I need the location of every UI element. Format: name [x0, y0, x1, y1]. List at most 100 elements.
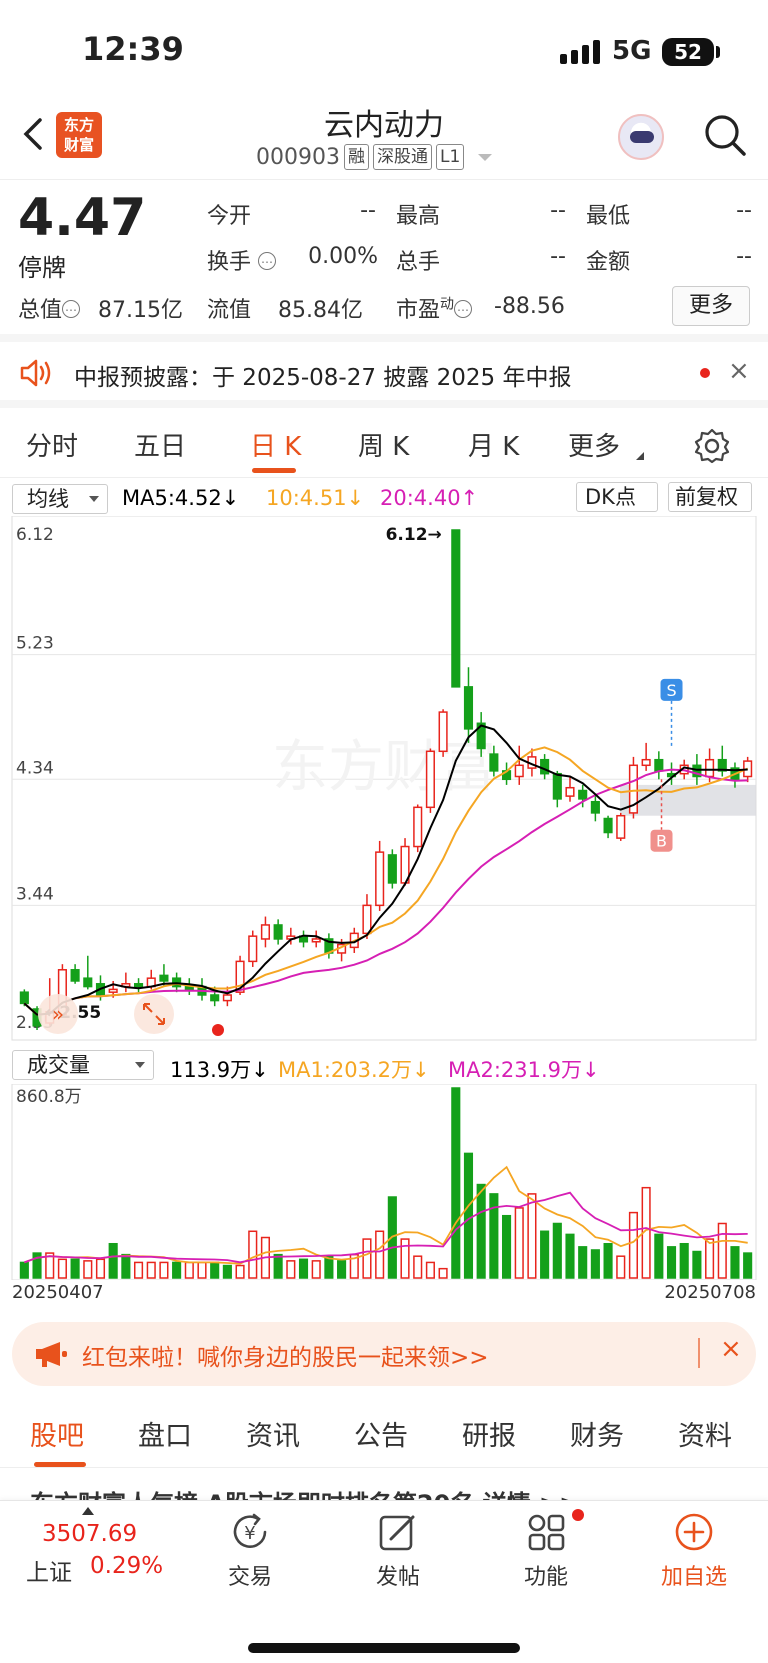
tab-announcements[interactable]: 公告: [354, 1414, 408, 1453]
volume-bar: [248, 1230, 258, 1279]
nav-functions[interactable]: 功能: [496, 1509, 596, 1591]
tab-forum[interactable]: 股吧: [30, 1414, 84, 1453]
stock-code-line[interactable]: 000903 融 深股通 L1: [256, 144, 493, 170]
candle-body: [387, 854, 397, 884]
volume-bar: [413, 1255, 423, 1279]
end-date: 20250708: [664, 1282, 756, 1303]
candle-body: [413, 806, 423, 848]
post-icon: [379, 1515, 415, 1551]
tab-research[interactable]: 研报: [462, 1414, 516, 1453]
volume-bar: [400, 1238, 410, 1279]
notice-text: 中报预披露：于 2025-08-27 披露 2025 年中报: [74, 365, 572, 391]
active-tab-indicator: [252, 468, 296, 473]
trading-status: 停牌: [18, 254, 66, 282]
volume-bar: [628, 1211, 639, 1279]
total-cap-label: 总值…: [18, 292, 81, 324]
tab-more[interactable]: 更多: [568, 426, 620, 463]
speaker-icon: [20, 359, 51, 387]
gear-icon[interactable]: [694, 428, 730, 464]
index-name[interactable]: 上证: [26, 1553, 72, 1587]
pe-label: 市盈动…: [396, 292, 473, 324]
section-tabs: 股吧 盘口 资讯 公告 研报 财务 资料: [0, 1400, 768, 1468]
volume-bar: [19, 1261, 29, 1279]
turnover-value: 0.00%: [308, 244, 378, 269]
index-change[interactable]: 0.29%: [90, 1553, 163, 1579]
volume-bar: [501, 1214, 512, 1279]
volume-bar: [616, 1255, 626, 1279]
tab-monthly-k[interactable]: 月 K: [468, 426, 519, 463]
candle-body: [260, 924, 271, 940]
volume-bar: [273, 1253, 283, 1279]
volume-bar: [172, 1261, 182, 1279]
nav-trade[interactable]: ¥ 交易: [200, 1509, 300, 1591]
ma20-value: 20:4.40↑: [380, 486, 479, 510]
volume-bar: [527, 1193, 537, 1279]
tab-intraday[interactable]: 分时: [26, 426, 78, 463]
function-icon: [528, 1514, 565, 1551]
quote-panel: 4.47 停牌 今开 -- 最高 -- 最低 -- 换手 … 0.00% 总手 …: [0, 182, 768, 342]
ma10-value: 10:4.51↓: [266, 486, 365, 510]
search-icon[interactable]: [702, 112, 748, 158]
tab-daily-k[interactable]: 日 K: [250, 426, 301, 463]
tab-five-day[interactable]: 五日: [134, 426, 186, 463]
back-arrow-icon[interactable]: [18, 112, 48, 156]
double-chevron-icon: »: [52, 1002, 64, 1026]
popularity-rank-peek[interactable]: 东方财富人气榜 A股市场即时排名第20名 详情 >>: [30, 1484, 750, 1500]
tab-financials[interactable]: 财务: [570, 1414, 624, 1453]
trade-icon: ¥: [233, 1513, 267, 1548]
watermark: 东方财富: [272, 735, 496, 800]
tab-profile[interactable]: 资料: [678, 1414, 732, 1453]
candlestick: [438, 709, 448, 757]
volume-ma1: MA1:203.2万↓: [278, 1058, 430, 1082]
volume-bar: [70, 1258, 80, 1279]
volume-bar: [121, 1253, 131, 1279]
tab-news[interactable]: 资讯: [246, 1414, 300, 1453]
price-adjust-select[interactable]: 前复权: [668, 482, 752, 512]
volume-bar: [83, 1260, 93, 1279]
tab-weekly-k[interactable]: 周 K: [358, 426, 409, 463]
stock-header: 云内动力 东方 财富 000903 融 深股通 L1: [0, 100, 768, 180]
high-label: 最高: [396, 204, 441, 229]
pe-value: -88.56: [494, 294, 565, 319]
status-bar: 12:39 5G 52: [0, 0, 768, 100]
volume-chart[interactable]: 860.8万: [0, 1084, 768, 1280]
indicator-select[interactable]: 均线: [12, 484, 108, 514]
index-value[interactable]: 3507.69: [42, 1521, 137, 1547]
eastmoney-logo: 东方 财富: [56, 112, 102, 158]
candle-body: [438, 711, 448, 753]
low-label: 最低: [586, 204, 631, 229]
volume-bar: [603, 1242, 613, 1279]
candle-body: [222, 994, 232, 1002]
candle-body: [362, 904, 372, 935]
unread-dot: [700, 368, 710, 378]
volume-max-label: 860.8万: [16, 1087, 82, 1107]
candle-body: [159, 974, 169, 982]
candle-body: [83, 977, 93, 988]
red-packet-banner[interactable]: 红包来啦！喊你身边的股民一起来领>> ×: [12, 1322, 756, 1386]
float-cap-value: 85.84亿: [278, 298, 363, 323]
tab-order-book[interactable]: 盘口: [138, 1414, 192, 1453]
nav-post[interactable]: 发帖: [348, 1509, 448, 1591]
dk-point-select[interactable]: DK点: [576, 482, 658, 512]
more-button[interactable]: 更多: [672, 286, 750, 326]
assistant-robot-icon[interactable]: [618, 114, 664, 160]
volume-bar: [438, 1267, 448, 1279]
open-label: 今开: [207, 204, 252, 229]
volume-select[interactable]: 成交量: [12, 1050, 154, 1080]
volume-bar: [679, 1242, 689, 1279]
volume-indicator-row: 成交量 113.9万↓ MA1:203.2万↓ MA2:231.9万↓: [0, 1048, 768, 1084]
network-label: 5G: [612, 36, 652, 66]
notification-dot: [572, 1509, 584, 1521]
volume-bar: [552, 1222, 562, 1279]
kline-chart[interactable]: 6.125.234.343.442.55东方财富6.12→←2.55SB»: [0, 516, 768, 1046]
nav-add-watchlist[interactable]: 加自选: [644, 1509, 744, 1591]
report-notice[interactable]: 中报预披露：于 2025-08-27 披露 2025 年中报 ×: [0, 342, 768, 408]
chevron-down-icon: [89, 496, 99, 502]
volume-bar: [514, 1207, 524, 1279]
candle-body: [108, 988, 118, 993]
close-icon[interactable]: ×: [728, 356, 750, 386]
promo-text: 红包来啦！喊你身边的股民一起来领>>: [82, 1345, 489, 1371]
candle-body: [540, 758, 550, 775]
close-icon[interactable]: ×: [720, 1334, 742, 1364]
fullscreen-button[interactable]: [134, 994, 174, 1034]
